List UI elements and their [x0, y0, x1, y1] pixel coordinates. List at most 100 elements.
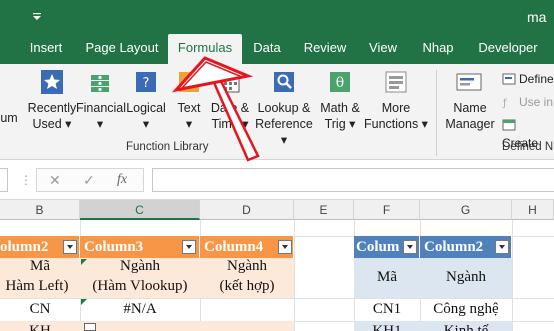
theta-icon: θ — [330, 72, 350, 92]
error-options-icon[interactable] — [84, 323, 96, 331]
function-library-group-label: Function Library — [126, 141, 209, 153]
ribbon-tabs: Insert Page Layout Formulas Data Review … — [0, 34, 554, 64]
table1-header-label: olumn2 — [0, 239, 49, 255]
lookup-reference-label-2: Reference ▾ — [255, 117, 313, 147]
financial-label: Financial — [76, 101, 127, 115]
ribbon-separator — [436, 70, 437, 156]
more-functions-button[interactable]: More Functions ▾ — [364, 70, 428, 132]
autosum-label: um — [0, 111, 18, 125]
logical-icon: ? — [136, 72, 156, 92]
table2-cell[interactable]: CN1 — [354, 301, 420, 318]
table1-cell[interactable]: CN — [0, 301, 80, 318]
logical-label: Logical — [126, 101, 166, 115]
svg-text:A: A — [183, 74, 195, 92]
magnifier-icon — [274, 72, 294, 92]
autosum-button[interactable]: um — [0, 110, 22, 126]
table2-cell[interactable]: Mã — [354, 269, 420, 286]
table2-cell[interactable]: KH1 — [354, 323, 420, 331]
table2-cell[interactable]: Ngành — [420, 269, 512, 286]
quick-access-dropdown-icon[interactable] — [32, 13, 42, 21]
math-trig-label: Math & — [320, 101, 360, 115]
define-name-button[interactable]: Define — [502, 70, 554, 88]
tab-data[interactable]: Data — [246, 34, 288, 64]
svg-text:ƒ: ƒ — [502, 98, 507, 108]
date-time-label-2: Time ▾ — [211, 117, 249, 131]
table1-header-column2[interactable]: olumn2 — [0, 236, 80, 258]
logical-button[interactable]: ? Logical ▾ — [124, 70, 168, 132]
name-manager-label: Name — [453, 101, 487, 115]
worksheet[interactable]: B C D E F G H olumn2 Column3 Column4 Mã … — [0, 200, 554, 331]
table1-cell[interactable]: Mã — [0, 258, 80, 275]
table2-header-column1[interactable]: Colum — [354, 236, 420, 258]
table1-header-column4[interactable]: Column4 — [200, 236, 294, 258]
tab-nhap[interactable]: Nhap — [414, 34, 462, 64]
text-caret: ▾ — [185, 117, 193, 131]
tab-view[interactable]: View — [362, 34, 404, 64]
tab-insert[interactable]: Insert — [18, 34, 74, 64]
title-bar: ma — [0, 0, 554, 34]
lookup-reference-button[interactable]: Lookup & Reference ▾ — [252, 70, 316, 148]
star-icon — [41, 70, 63, 94]
date-time-label: Date & — [210, 101, 250, 115]
cancel-icon[interactable]: ✕ — [49, 172, 61, 189]
table1-cell[interactable]: Ngành — [200, 258, 294, 275]
recently-used-button[interactable]: Recently Used ▾ — [24, 70, 80, 132]
tab-formulas[interactable]: Formulas — [168, 34, 242, 64]
ribbon: um Recently Used ▾ Financial ▾ ? Logical… — [0, 64, 554, 160]
more-functions-label-2: Functions ▾ — [364, 117, 428, 131]
use-in-formula-button[interactable]: ƒ Use in — [502, 93, 553, 111]
use-in-formula-label: Use in — [519, 95, 554, 109]
svg-text:?: ? — [143, 76, 150, 91]
column-header-b[interactable]: B — [0, 200, 80, 220]
financial-button[interactable]: Financial ▾ — [76, 70, 127, 132]
name-box[interactable] — [0, 168, 8, 192]
error-indicator-icon — [81, 299, 87, 305]
tab-developer[interactable]: Developer — [470, 34, 546, 64]
formula-input[interactable] — [152, 168, 554, 192]
define-name-icon — [502, 73, 516, 85]
text-a-icon: A — [179, 72, 199, 92]
formula-bar: ⋮ ✕ ✓ fx — [0, 160, 554, 200]
column-header-h[interactable]: H — [512, 200, 554, 220]
formula-bar-buttons: ✕ ✓ fx — [36, 168, 144, 192]
column-header-e[interactable]: E — [294, 200, 354, 220]
calendar-icon — [220, 73, 240, 93]
create-from-selection-button[interactable]: Create — [502, 116, 554, 150]
filter-dropdown-icon[interactable] — [63, 240, 77, 254]
table2-header-column2[interactable]: Column2 — [420, 236, 512, 258]
math-trig-button[interactable]: θ Math & Trig ▾ — [316, 70, 364, 132]
filter-dropdown-icon[interactable] — [403, 240, 417, 254]
insert-function-fx-icon[interactable]: fx — [117, 172, 127, 188]
table1-cell[interactable]: Ngành — [80, 258, 200, 275]
column-header-c[interactable]: C — [80, 200, 200, 220]
table1-cell[interactable]: (kết hợp) — [200, 278, 294, 295]
tab-review[interactable]: Review — [296, 34, 354, 64]
text-label: Text — [177, 101, 201, 115]
table1-cell[interactable]: Hàm Left) — [0, 278, 80, 295]
name-manager-label-2: Manager — [445, 117, 495, 131]
more-functions-icon — [385, 71, 407, 93]
enter-check-icon[interactable]: ✓ — [83, 172, 95, 189]
table2-header-label: Colum — [356, 239, 400, 255]
filter-dropdown-icon[interactable] — [278, 240, 292, 254]
logical-caret: ▾ — [142, 117, 150, 131]
table1-header-label: Column4 — [204, 239, 264, 255]
svg-text:θ: θ — [336, 75, 344, 91]
column-header-f[interactable]: F — [354, 200, 420, 220]
table1-header-column3[interactable]: Column3 — [80, 236, 200, 258]
table2-cell[interactable]: Công nghệ — [420, 301, 512, 318]
table2-cell[interactable]: Kinh tế — [420, 323, 512, 331]
name-manager-button[interactable]: Name Manager — [442, 70, 498, 132]
table1-cell[interactable]: KH — [0, 323, 80, 331]
column-header-g[interactable]: G — [420, 200, 512, 220]
date-time-button[interactable]: Date & Time ▾ — [208, 70, 252, 132]
tab-page-layout[interactable]: Page Layout — [78, 34, 166, 64]
table2-header-label: Column2 — [424, 239, 484, 255]
table1-cell[interactable]: #N/A — [80, 301, 200, 318]
text-button[interactable]: A Text ▾ — [172, 70, 206, 132]
more-functions-label: More — [381, 101, 411, 115]
table1-cell[interactable]: (Hàm Vlookup) — [80, 278, 200, 295]
filter-dropdown-icon[interactable] — [182, 240, 196, 254]
column-header-d[interactable]: D — [200, 200, 294, 220]
filter-dropdown-icon[interactable] — [495, 240, 509, 254]
